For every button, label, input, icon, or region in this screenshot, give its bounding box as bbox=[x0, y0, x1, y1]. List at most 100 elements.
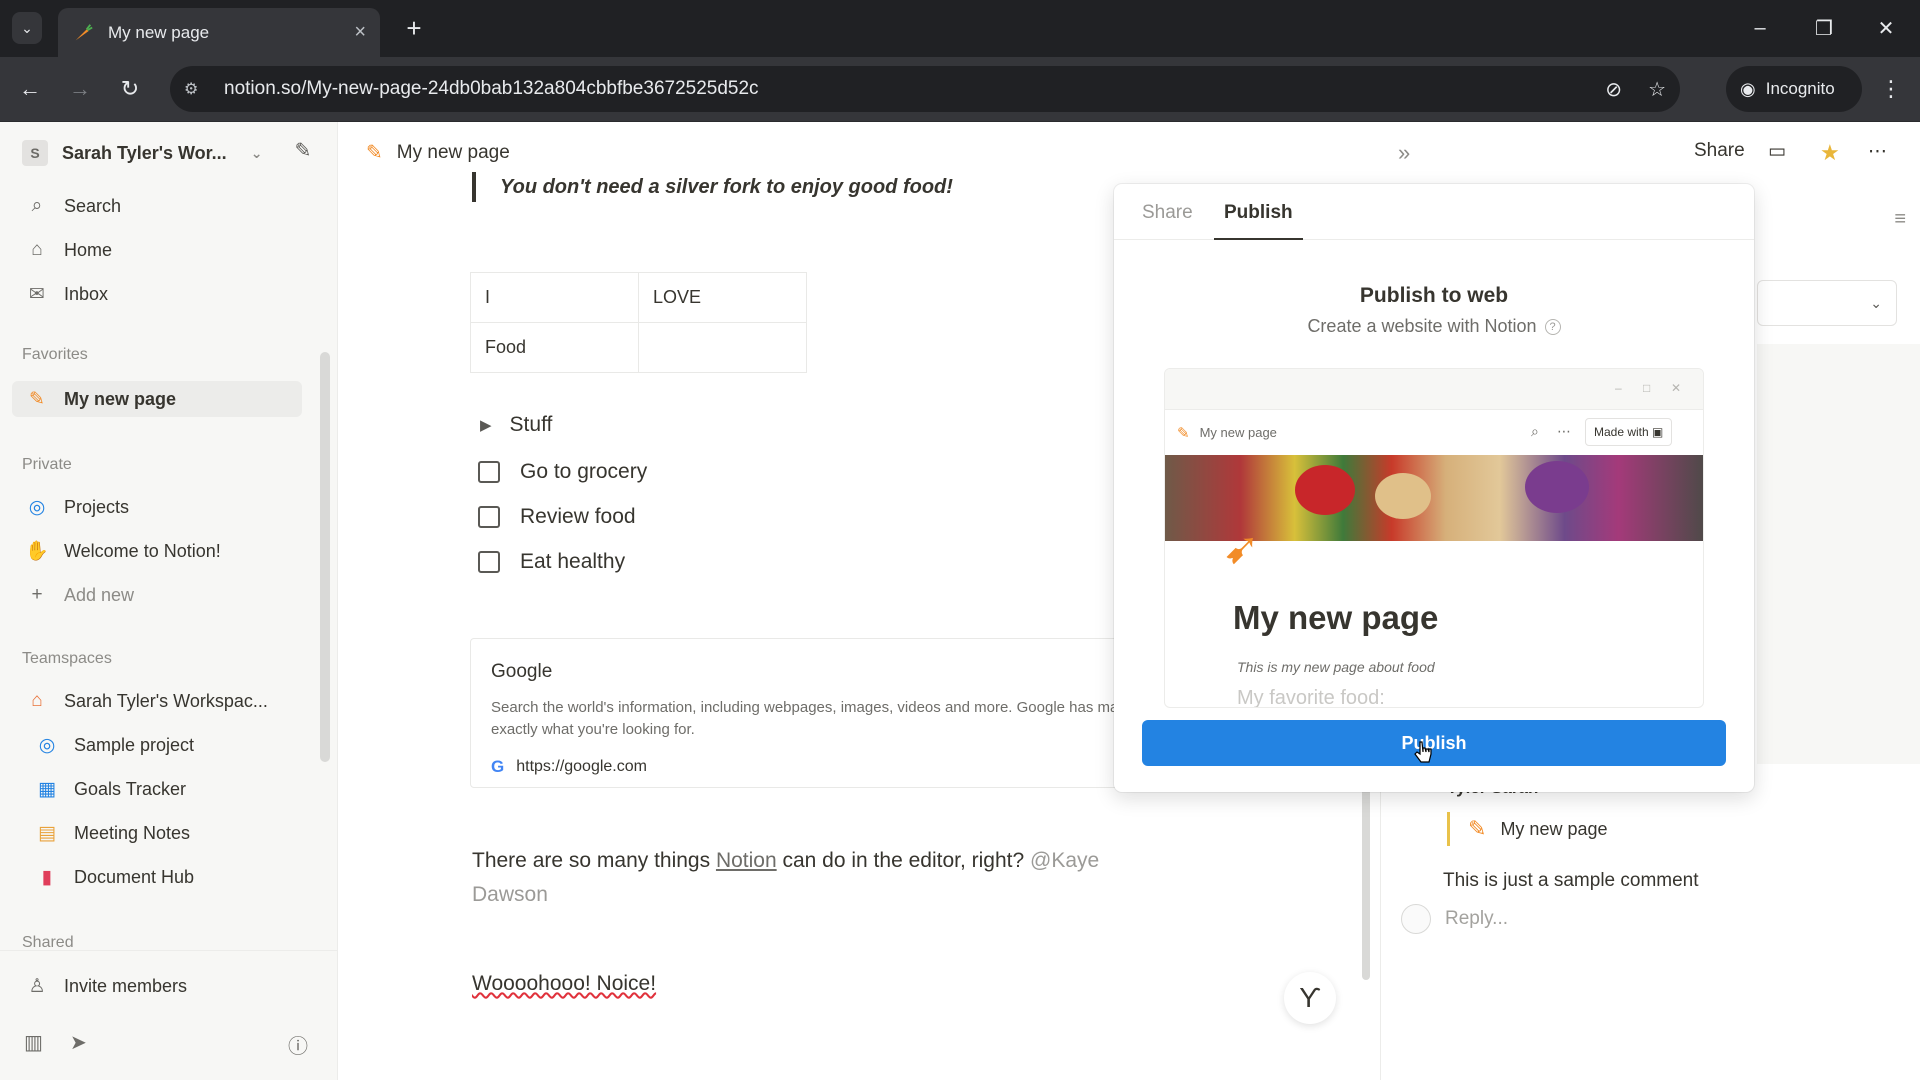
filter-icon[interactable]: ≡ bbox=[1894, 208, 1906, 231]
workspace-name: Sarah Tyler's Wor... bbox=[62, 142, 227, 163]
close-icon[interactable]: × bbox=[354, 21, 366, 44]
user-plus-icon: ♙ bbox=[28, 975, 46, 997]
incognito-badge[interactable]: ◉ Incognito bbox=[1726, 66, 1862, 112]
sidebar-item-invite[interactable]: ♙ Invite members bbox=[12, 968, 302, 1004]
url-text: notion.so/My-new-page-24db0bab132a804cbb… bbox=[224, 78, 759, 99]
sidebar-item-search[interactable]: ⌕ Search bbox=[12, 188, 302, 224]
address-bar[interactable]: ⚙ notion.so/My-new-page-24db0bab132a804c… bbox=[170, 66, 1680, 112]
bookmark-card[interactable]: Google Search the world's information, i… bbox=[470, 638, 1160, 788]
new-page-icon[interactable]: ✎ bbox=[289, 136, 317, 164]
private-heading[interactable]: Private bbox=[22, 456, 72, 474]
sidebar: S Sarah Tyler's Wor... ⌄ ✎ ⌕ Search ⌂ Ho… bbox=[0, 122, 338, 1080]
breadcrumb[interactable]: ✎ My new page bbox=[366, 140, 510, 165]
tab-share[interactable]: Share bbox=[1142, 202, 1193, 240]
toggle-arrow-icon[interactable]: ▶ bbox=[480, 416, 492, 434]
text-block[interactable]: There are so many things Notion can do i… bbox=[472, 844, 1172, 912]
bookmark-title: Google bbox=[491, 661, 553, 682]
home-icon: ⌂ bbox=[31, 239, 43, 260]
close-icon: ✕ bbox=[1671, 381, 1682, 395]
sidebar-item-my-new-page[interactable]: ✎ My new page bbox=[12, 381, 302, 417]
sidebar-item-label: Invite members bbox=[64, 975, 188, 996]
page-scrollbar[interactable] bbox=[1362, 780, 1370, 980]
tab-search-button[interactable]: ⌄ bbox=[12, 12, 42, 44]
browser-toolbar: ← → ↻ ⚙ notion.so/My-new-page-24db0bab13… bbox=[0, 57, 1920, 122]
table-cell[interactable]: I bbox=[470, 272, 639, 323]
carrot-icon: ✎ bbox=[1177, 424, 1190, 442]
sidebar-item-goals-tracker[interactable]: ▦ Goals Tracker bbox=[22, 771, 312, 807]
wave-icon: ✋ bbox=[25, 541, 49, 562]
sidebar-item-label: Meeting Notes bbox=[74, 822, 191, 843]
inbox-icon: ✉ bbox=[29, 283, 45, 305]
minimize-icon[interactable]: – bbox=[1740, 10, 1780, 46]
browser-tab[interactable]: My new page × bbox=[58, 8, 380, 57]
publish-subtitle-text: Create a website with Notion bbox=[1307, 316, 1537, 336]
workspace-avatar: S bbox=[22, 140, 48, 166]
sidebar-item-document-hub[interactable]: ▮ Document Hub bbox=[22, 859, 312, 895]
carrot-icon: ✎ bbox=[29, 388, 45, 410]
share-button[interactable]: Share bbox=[1694, 140, 1745, 162]
favorite-star-icon[interactable]: ★ bbox=[1820, 140, 1840, 166]
help-icon[interactable]: ? bbox=[1544, 319, 1561, 336]
sidebar-item-workspace[interactable]: ⌂ Sarah Tyler's Workspac... bbox=[12, 683, 302, 719]
table-cell[interactable]: LOVE bbox=[638, 272, 807, 323]
tab-publish[interactable]: Publish bbox=[1214, 202, 1303, 240]
restore-icon[interactable]: ❐ bbox=[1804, 10, 1844, 46]
sidebar-item-add-new[interactable]: + Add new bbox=[12, 577, 302, 613]
eye-off-icon[interactable]: ⊘ bbox=[1605, 77, 1622, 102]
publish-title: Publish to web bbox=[1359, 284, 1509, 307]
send-icon[interactable]: ➤ bbox=[70, 1030, 87, 1055]
incognito-icon: ◉ bbox=[1740, 78, 1756, 99]
toggle-block[interactable]: ▶ Stuff bbox=[480, 413, 552, 437]
search-icon: ⌕ bbox=[1531, 423, 1539, 439]
checkbox[interactable] bbox=[478, 461, 500, 483]
templates-icon[interactable]: ▥ bbox=[24, 1030, 43, 1055]
forward-icon[interactable]: → bbox=[62, 71, 98, 107]
back-icon[interactable]: ← bbox=[12, 71, 48, 107]
publish-subtitle: Create a website with Notion? bbox=[1114, 316, 1754, 337]
chevron-double-right-icon[interactable]: » bbox=[1398, 140, 1410, 166]
notion-ai-icon[interactable]: ϒ bbox=[1284, 972, 1336, 1024]
text-block[interactable]: Woooohooo! Noice! bbox=[472, 972, 656, 996]
publish-popover: Share Publish Publish to web Create a we… bbox=[1114, 184, 1754, 792]
sidebar-item-welcome[interactable]: ✋ Welcome to Notion! bbox=[12, 533, 302, 569]
plus-icon: + bbox=[31, 584, 43, 605]
sidebar-item-home[interactable]: ⌂ Home bbox=[12, 232, 302, 268]
sidebar-item-label: Sample project bbox=[74, 734, 195, 755]
reply-input[interactable]: Reply... bbox=[1401, 904, 1508, 934]
comment-filter-select[interactable]: ⌄ bbox=[1757, 280, 1897, 326]
teamspaces-heading[interactable]: Teamspaces bbox=[22, 650, 112, 668]
more-icon[interactable]: ⋯ bbox=[1868, 140, 1887, 163]
comment-icon[interactable]: ▭ bbox=[1768, 140, 1786, 163]
paragraph-text: can do in the editor, right? bbox=[776, 849, 1030, 872]
sidebar-scrollbar[interactable] bbox=[320, 352, 330, 762]
sidebar-item-meeting-notes[interactable]: ▤ Meeting Notes bbox=[22, 815, 312, 851]
sidebar-item-label: Inbox bbox=[64, 283, 109, 304]
chart-icon: ▦ bbox=[38, 778, 56, 800]
favorites-heading[interactable]: Favorites bbox=[22, 346, 88, 364]
quote-block[interactable]: You don't need a silver fork to enjoy go… bbox=[472, 172, 953, 202]
google-icon: G bbox=[491, 757, 505, 776]
new-tab-button[interactable]: + bbox=[398, 12, 430, 44]
calendar-icon: ▤ bbox=[38, 822, 56, 844]
sidebar-item-inbox[interactable]: ✉ Inbox bbox=[12, 276, 302, 312]
help-icon[interactable]: ⓘ bbox=[288, 1030, 308, 1059]
todo-item: Go to grocery bbox=[478, 460, 647, 484]
table-cell[interactable]: Food bbox=[470, 322, 639, 373]
reload-icon[interactable]: ↻ bbox=[112, 71, 148, 107]
close-window-icon[interactable]: ✕ bbox=[1866, 10, 1906, 46]
comment-quote[interactable]: ✎ My new page bbox=[1447, 812, 1608, 846]
sidebar-item-projects[interactable]: ◎ Projects bbox=[12, 489, 302, 525]
checkbox[interactable] bbox=[478, 506, 500, 528]
target-icon: ◎ bbox=[38, 734, 56, 756]
notion-link[interactable]: Notion bbox=[716, 849, 777, 872]
cover-detail bbox=[1375, 473, 1431, 519]
browser-menu-icon[interactable]: ⋮ bbox=[1876, 71, 1906, 107]
sidebar-item-sample-project[interactable]: ◎ Sample project bbox=[22, 727, 312, 763]
workspace-switcher[interactable]: S Sarah Tyler's Wor... ⌄ bbox=[22, 136, 322, 170]
checkbox[interactable] bbox=[478, 551, 500, 573]
star-icon[interactable]: ☆ bbox=[1648, 77, 1666, 102]
table-cell[interactable] bbox=[638, 322, 807, 373]
sidebar-item-label: Search bbox=[64, 195, 122, 216]
publish-button[interactable]: Publish bbox=[1142, 720, 1726, 766]
site-info-icon[interactable]: ⚙ bbox=[184, 79, 208, 99]
